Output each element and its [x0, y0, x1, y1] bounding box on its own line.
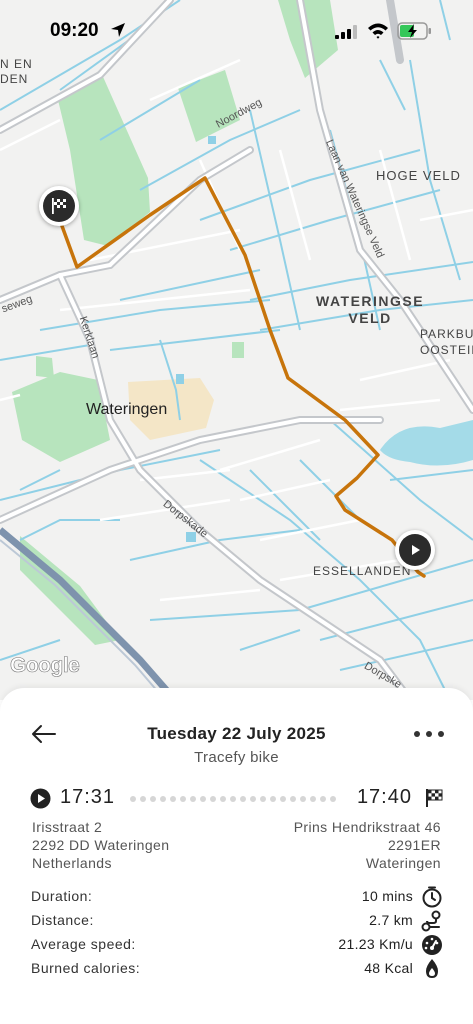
map-label-en-den: N EN DEN [0, 57, 33, 86]
map-label-wateringse-veld: WATERINGSE VELD [316, 293, 425, 326]
end-address-line1: Prins Hendrikstraat 46 [293, 819, 441, 835]
start-address: Irisstraat 2 2292 DD Wateringen Netherla… [32, 818, 169, 872]
trip-date: Tuesday 22 July 2025 [147, 724, 326, 743]
stat-row-average-speed: Average speed: 21.23 Km/u [31, 934, 443, 956]
flame-icon [426, 959, 438, 978]
stat-value: 48 Kcal [364, 960, 413, 976]
map-canvas [0, 0, 473, 700]
more-dot-icon [438, 731, 444, 737]
stat-row-duration: Duration: 10 mins [31, 886, 443, 908]
more-dot-icon [414, 731, 420, 737]
start-address-line1: Irisstraat 2 [32, 819, 103, 835]
start-address-line3: Netherlands [32, 855, 112, 871]
route-icon [421, 910, 441, 932]
map-label-hoge-veld: HOGE VELD [376, 168, 461, 183]
start-marker[interactable] [395, 530, 435, 570]
stat-label: Burned calories: [31, 960, 141, 976]
stat-label: Average speed: [31, 936, 136, 952]
start-address-line2: 2292 DD Wateringen [32, 837, 170, 853]
status-bar: 09:20 [0, 0, 473, 60]
play-icon [412, 545, 420, 555]
stat-row-distance: Distance: 2.7 km [31, 910, 443, 932]
google-logo: Google [10, 654, 80, 678]
map-label-parkbuurt: PARKBUU OOSTEIN [420, 327, 473, 357]
stat-label: Duration: [31, 888, 93, 904]
end-time: 17:40 [356, 786, 412, 808]
trip-time-row: 17:31 17:40 [30, 786, 444, 812]
map-label-wateringen: Wateringen [86, 401, 168, 418]
end-address: Prins Hendrikstraat 46 2291ER Wateringen [294, 818, 441, 872]
trip-details-sheet: Tuesday 22 July 2025 Tracefy bike 17:31 … [0, 688, 473, 1024]
end-address-line3: Wateringen [365, 855, 441, 871]
stat-value: 2.7 km [369, 912, 413, 928]
end-address-line2: 2291ER [388, 837, 441, 853]
map-view[interactable]: N EN DEN Noordweg Laan van Wateringse Ve… [0, 0, 473, 700]
cellular-signal-icon [335, 25, 357, 39]
battery-charging-icon [397, 22, 431, 40]
timer-icon [422, 886, 442, 908]
stat-row-burned-calories: Burned calories: 48 Kcal [31, 958, 443, 980]
location-arrow-icon [111, 23, 125, 37]
checkered-flag-icon [52, 198, 66, 214]
stat-value: 10 mins [361, 888, 413, 904]
stat-label: Distance: [31, 912, 94, 928]
trip-subtitle: Tracefy bike [194, 749, 279, 766]
finish-marker[interactable] [39, 186, 79, 226]
more-dot-icon [426, 731, 432, 737]
stat-value: 21.23 Km/u [338, 936, 413, 952]
more-options-button[interactable] [414, 724, 444, 744]
speedometer-icon [422, 935, 442, 955]
status-time: 09:20 [50, 20, 99, 41]
start-play-icon [30, 788, 51, 809]
start-time: 17:31 [60, 786, 116, 808]
progress-dots [130, 796, 336, 802]
wifi-icon [368, 23, 388, 39]
map-label-essellanden: ESSELLANDEN [313, 564, 412, 578]
checkered-flag-icon [426, 789, 443, 807]
